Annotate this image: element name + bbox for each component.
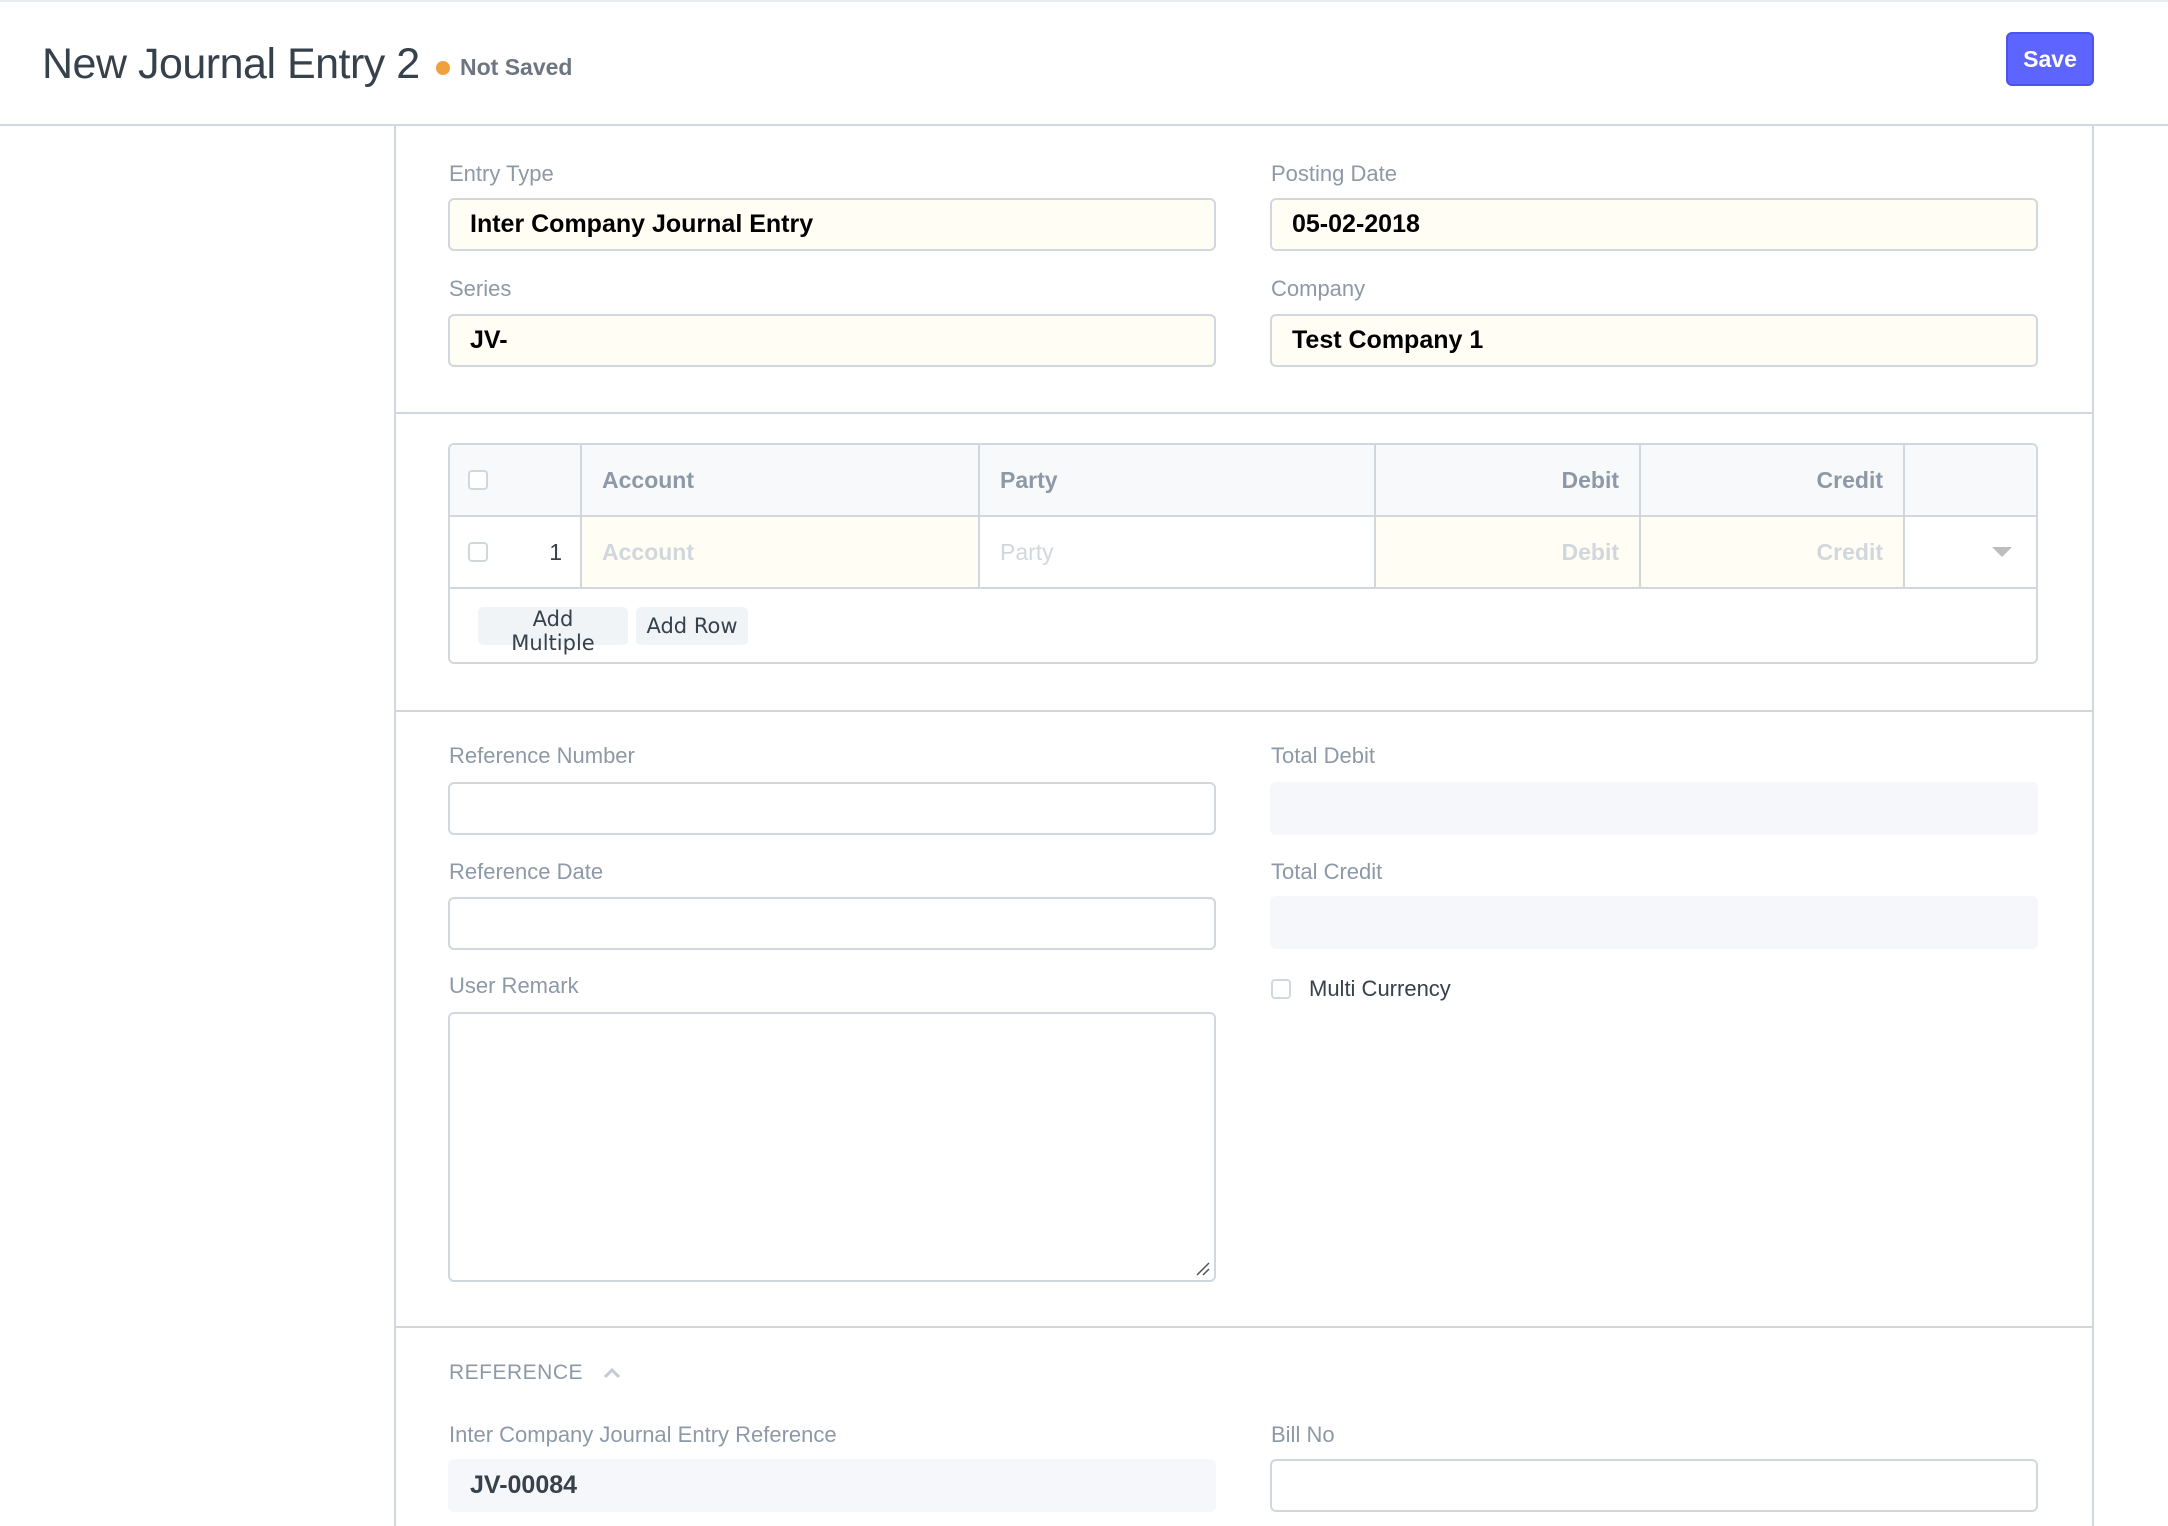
inter-company-ref-label: Inter Company Journal Entry Reference <box>449 1422 837 1447</box>
column-header-credit: Credit <box>1641 445 1905 515</box>
inter-company-ref-field[interactable]: JV-00084 <box>448 1459 1216 1512</box>
column-header-party: Party <box>980 445 1376 515</box>
series-select[interactable]: JV- <box>448 314 1216 367</box>
debit-cell[interactable]: Debit <box>1376 517 1641 587</box>
total-debit-field <box>1270 782 2038 835</box>
column-header-debit: Debit <box>1376 445 1641 515</box>
add-row-button[interactable]: Add Row <box>636 607 748 645</box>
total-credit-field <box>1270 896 2038 949</box>
posting-date-value: 05-02-2018 <box>1292 210 1420 238</box>
status-indicator: Not Saved <box>436 54 572 81</box>
user-remark-label: User Remark <box>449 973 579 998</box>
resize-handle-icon[interactable] <box>1194 1260 1210 1276</box>
multi-currency-checkbox[interactable] <box>1271 979 1291 999</box>
inter-company-ref-value: JV-00084 <box>470 1471 578 1499</box>
section-divider <box>394 1326 2094 1328</box>
save-button[interactable]: Save <box>2006 32 2094 86</box>
row-select-cell: 1 <box>450 517 582 587</box>
status-dot-icon <box>436 60 450 75</box>
accounts-table: Account Party Debit Credit 1 Account Par… <box>448 443 2038 664</box>
row-index: 1 <box>549 538 562 565</box>
credit-cell[interactable]: Credit <box>1641 517 1905 587</box>
row-actions-cell[interactable] <box>1905 517 2036 587</box>
total-credit-label: Total Credit <box>1271 859 1383 884</box>
row-checkbox[interactable] <box>468 542 488 562</box>
table-footer: Add Multiple Add Row <box>450 591 2036 662</box>
entry-type-value: Inter Company Journal Entry <box>470 210 814 238</box>
bill-no-input[interactable] <box>1270 1459 2038 1512</box>
series-value: JV- <box>470 326 508 354</box>
add-multiple-button[interactable]: Add Multiple <box>478 607 628 655</box>
page-title: New Journal Entry 2 <box>42 40 420 88</box>
column-header-actions <box>1905 445 2036 515</box>
multi-currency-label: Multi Currency <box>1309 976 1451 1001</box>
section-divider <box>394 710 2094 712</box>
column-header-account: Account <box>582 445 980 515</box>
user-remark-textarea[interactable] <box>448 1012 1216 1282</box>
party-cell[interactable]: Party <box>980 517 1376 587</box>
reference-number-input[interactable] <box>448 782 1216 835</box>
section-divider <box>394 412 2094 414</box>
bill-no-label: Bill No <box>1271 1422 1335 1447</box>
reference-number-label: Reference Number <box>449 743 635 768</box>
series-label: Series <box>449 276 512 301</box>
table-row[interactable]: 1 Account Party Debit Credit <box>450 517 2036 589</box>
row-expand-caret-icon[interactable] <box>1992 547 2012 557</box>
header-select-cell <box>450 445 582 515</box>
table-header-row: Account Party Debit Credit <box>450 445 2036 517</box>
multi-currency-checkbox-row[interactable]: Multi Currency <box>1271 976 1451 1002</box>
account-cell[interactable]: Account <box>582 517 980 587</box>
reference-date-label: Reference Date <box>449 859 604 884</box>
entry-type-select[interactable]: Inter Company Journal Entry <box>448 198 1216 251</box>
company-value: Test Company 1 <box>1292 326 1484 354</box>
status-text: Not Saved <box>460 54 573 80</box>
chevron-up-icon[interactable] <box>603 1367 621 1379</box>
company-input[interactable]: Test Company 1 <box>1270 314 2038 367</box>
posting-date-input[interactable]: 05-02-2018 <box>1270 198 2038 251</box>
company-label: Company <box>1271 276 1366 301</box>
total-debit-label: Total Debit <box>1271 743 1375 768</box>
select-all-checkbox[interactable] <box>468 470 488 490</box>
reference-section-title: REFERENCE <box>449 1361 584 1384</box>
reference-date-input[interactable] <box>448 897 1216 950</box>
page-header: New Journal Entry 2 Not Saved Save <box>0 2 2168 126</box>
entry-type-label: Entry Type <box>449 161 554 186</box>
posting-date-label: Posting Date <box>1271 161 1397 186</box>
reference-section-header[interactable]: REFERENCE <box>449 1361 621 1385</box>
